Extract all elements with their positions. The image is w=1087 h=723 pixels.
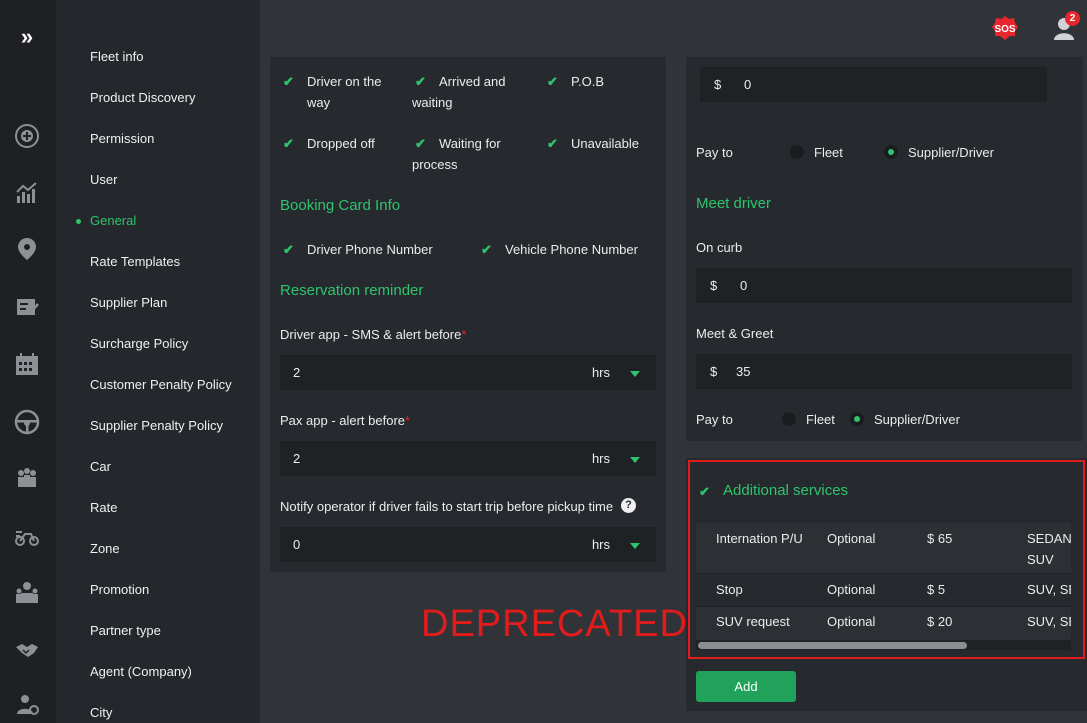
deprecated-label: DEPRECATED	[421, 603, 688, 645]
status-label-pob: P.O.B	[571, 74, 605, 89]
driver-app-alert-field[interactable]: 2 hrs	[280, 355, 656, 390]
driver-app-alert-text: Driver app - SMS & alert before	[280, 327, 462, 342]
nav-item-car[interactable]: Car	[90, 457, 111, 477]
active-indicator-dot	[76, 219, 81, 224]
on-curb-value: 0	[740, 278, 748, 293]
notify-operator-field[interactable]: 0 hrs	[280, 527, 656, 562]
checkbox-driver-on-the-way[interactable]: ✔	[283, 74, 294, 90]
nav-item-city[interactable]: City	[90, 703, 112, 723]
on-curb-label: On curb	[696, 240, 743, 255]
map-pin-icon[interactable]	[12, 234, 42, 264]
notify-operator-unit: hrs	[591, 537, 610, 552]
top-amount-value: 0	[744, 77, 752, 92]
icon-rail: »	[0, 0, 56, 723]
status-label-unavailable: Unavailable	[571, 136, 639, 151]
required-marker: *	[461, 327, 467, 342]
nav-item-user[interactable]: User	[90, 170, 117, 190]
corporate-users-icon[interactable]	[12, 577, 42, 607]
on-curb-field[interactable]: $ 0	[696, 268, 1072, 303]
driver-app-alert-label: Driver app - SMS & alert before*	[280, 324, 466, 345]
help-icon[interactable]: ?	[621, 498, 636, 513]
checkbox-vehicle-phone[interactable]: ✔	[481, 242, 492, 258]
pay-to-fleet-radio-2[interactable]	[782, 412, 796, 426]
top-currency: $	[714, 77, 722, 92]
pay-to-fleet-label: Fleet	[814, 145, 843, 160]
pax-app-alert-text: Pax app - alert before	[280, 413, 406, 428]
nav-item-rate-templates[interactable]: Rate Templates	[90, 252, 180, 272]
required-marker: *	[405, 413, 411, 428]
pax-app-alert-unit: hrs	[591, 451, 610, 466]
driver-phone-label: Driver Phone Number	[307, 242, 433, 257]
pay-to-supplier-radio[interactable]	[884, 145, 898, 159]
meet-greet-field[interactable]: $ 35	[696, 354, 1072, 389]
expand-menu-icon[interactable]: »	[14, 26, 40, 48]
nav-item-permission[interactable]: Permission	[90, 129, 154, 149]
settings-subnav: Fleet info Product Discovery Permission …	[56, 0, 260, 723]
pay-to-fleet-radio[interactable]	[790, 145, 804, 159]
reservation-reminder-title: Reservation reminder	[280, 282, 424, 299]
meet-driver-title: Meet driver	[696, 195, 772, 212]
steering-wheel-icon[interactable]	[12, 407, 42, 437]
status-label-waiting-for-process: Waiting for process	[412, 136, 501, 172]
calendar-icon[interactable]	[12, 349, 42, 379]
checkbox-pob[interactable]: ✔	[547, 74, 558, 90]
top-amount-field[interactable]: $ 0	[700, 67, 1047, 102]
pay-to-supplier-label-2: Supplier/Driver	[874, 412, 960, 427]
vehicle-phone-label: Vehicle Phone Number	[505, 242, 638, 257]
pax-app-alert-field[interactable]: 2 hrs	[280, 441, 656, 476]
nav-item-partner-type[interactable]: Partner type	[90, 621, 161, 641]
notify-operator-value: 0	[293, 537, 301, 552]
notification-badge: 2	[1065, 11, 1080, 26]
checkbox-dropped-off[interactable]: ✔	[283, 136, 294, 152]
checklist-icon[interactable]	[12, 292, 42, 322]
nav-item-surcharge-policy[interactable]: Surcharge Policy	[90, 334, 188, 354]
chevron-down-icon[interactable]	[630, 371, 640, 377]
pay-to-label-2: Pay to	[696, 412, 733, 427]
pay-to-label: Pay to	[696, 145, 733, 160]
nav-item-zone[interactable]: Zone	[90, 539, 120, 559]
meet-greet-value: 35	[736, 364, 751, 379]
status-label-dropped-off: Dropped off	[307, 136, 375, 151]
nav-item-general[interactable]: General	[90, 211, 136, 231]
pay-to-fleet-label-2: Fleet	[806, 412, 835, 427]
deprecated-highlight-box	[688, 460, 1085, 659]
checkbox-unavailable[interactable]: ✔	[547, 136, 558, 152]
booking-card-info-title: Booking Card Info	[280, 197, 401, 214]
nav-item-supplier-plan[interactable]: Supplier Plan	[90, 293, 167, 313]
add-service-button[interactable]: Add	[696, 671, 796, 702]
delivery-bike-icon[interactable]	[12, 521, 42, 551]
status-label-driver-on-the-way: Driver on the way	[307, 74, 382, 110]
checkbox-driver-phone[interactable]: ✔	[283, 242, 294, 258]
chevron-down-icon[interactable]	[630, 457, 640, 463]
meet-greet-label: Meet & Greet	[696, 326, 774, 341]
driver-app-alert-value: 2	[293, 365, 301, 380]
nav-item-product-discovery[interactable]: Product Discovery	[90, 88, 195, 108]
add-booking-icon[interactable]	[12, 121, 42, 151]
sos-button[interactable]: SOS	[991, 15, 1019, 41]
user-settings-icon[interactable]	[12, 690, 42, 720]
nav-item-rate[interactable]: Rate	[90, 498, 117, 518]
nav-item-promotion[interactable]: Promotion	[90, 580, 149, 600]
pax-app-alert-value: 2	[293, 451, 301, 466]
status-label-arrived-and-waiting: Arrived and waiting	[412, 74, 506, 110]
nav-item-fleet-info[interactable]: Fleet info	[90, 47, 143, 67]
chevron-down-icon[interactable]	[630, 543, 640, 549]
on-curb-currency: $	[710, 278, 718, 293]
nav-item-customer-penalty-policy[interactable]: Customer Penalty Policy	[90, 375, 232, 395]
driver-app-alert-unit: hrs	[591, 365, 610, 380]
meet-greet-currency: $	[710, 364, 718, 379]
nav-item-supplier-penalty-policy[interactable]: Supplier Penalty Policy	[90, 416, 223, 436]
nav-item-agent-company[interactable]: Agent (Company)	[90, 662, 192, 682]
pay-to-supplier-label: Supplier/Driver	[908, 145, 994, 160]
handshake-icon[interactable]	[12, 634, 42, 664]
pay-to-supplier-radio-2[interactable]	[850, 412, 864, 426]
group-users-icon[interactable]	[12, 463, 42, 493]
pax-app-alert-label: Pax app - alert before*	[280, 410, 410, 431]
sos-label: SOS	[994, 24, 1015, 35]
notify-operator-label: Notify operator if driver fails to start…	[280, 499, 614, 514]
reports-chart-icon[interactable]	[12, 178, 42, 208]
